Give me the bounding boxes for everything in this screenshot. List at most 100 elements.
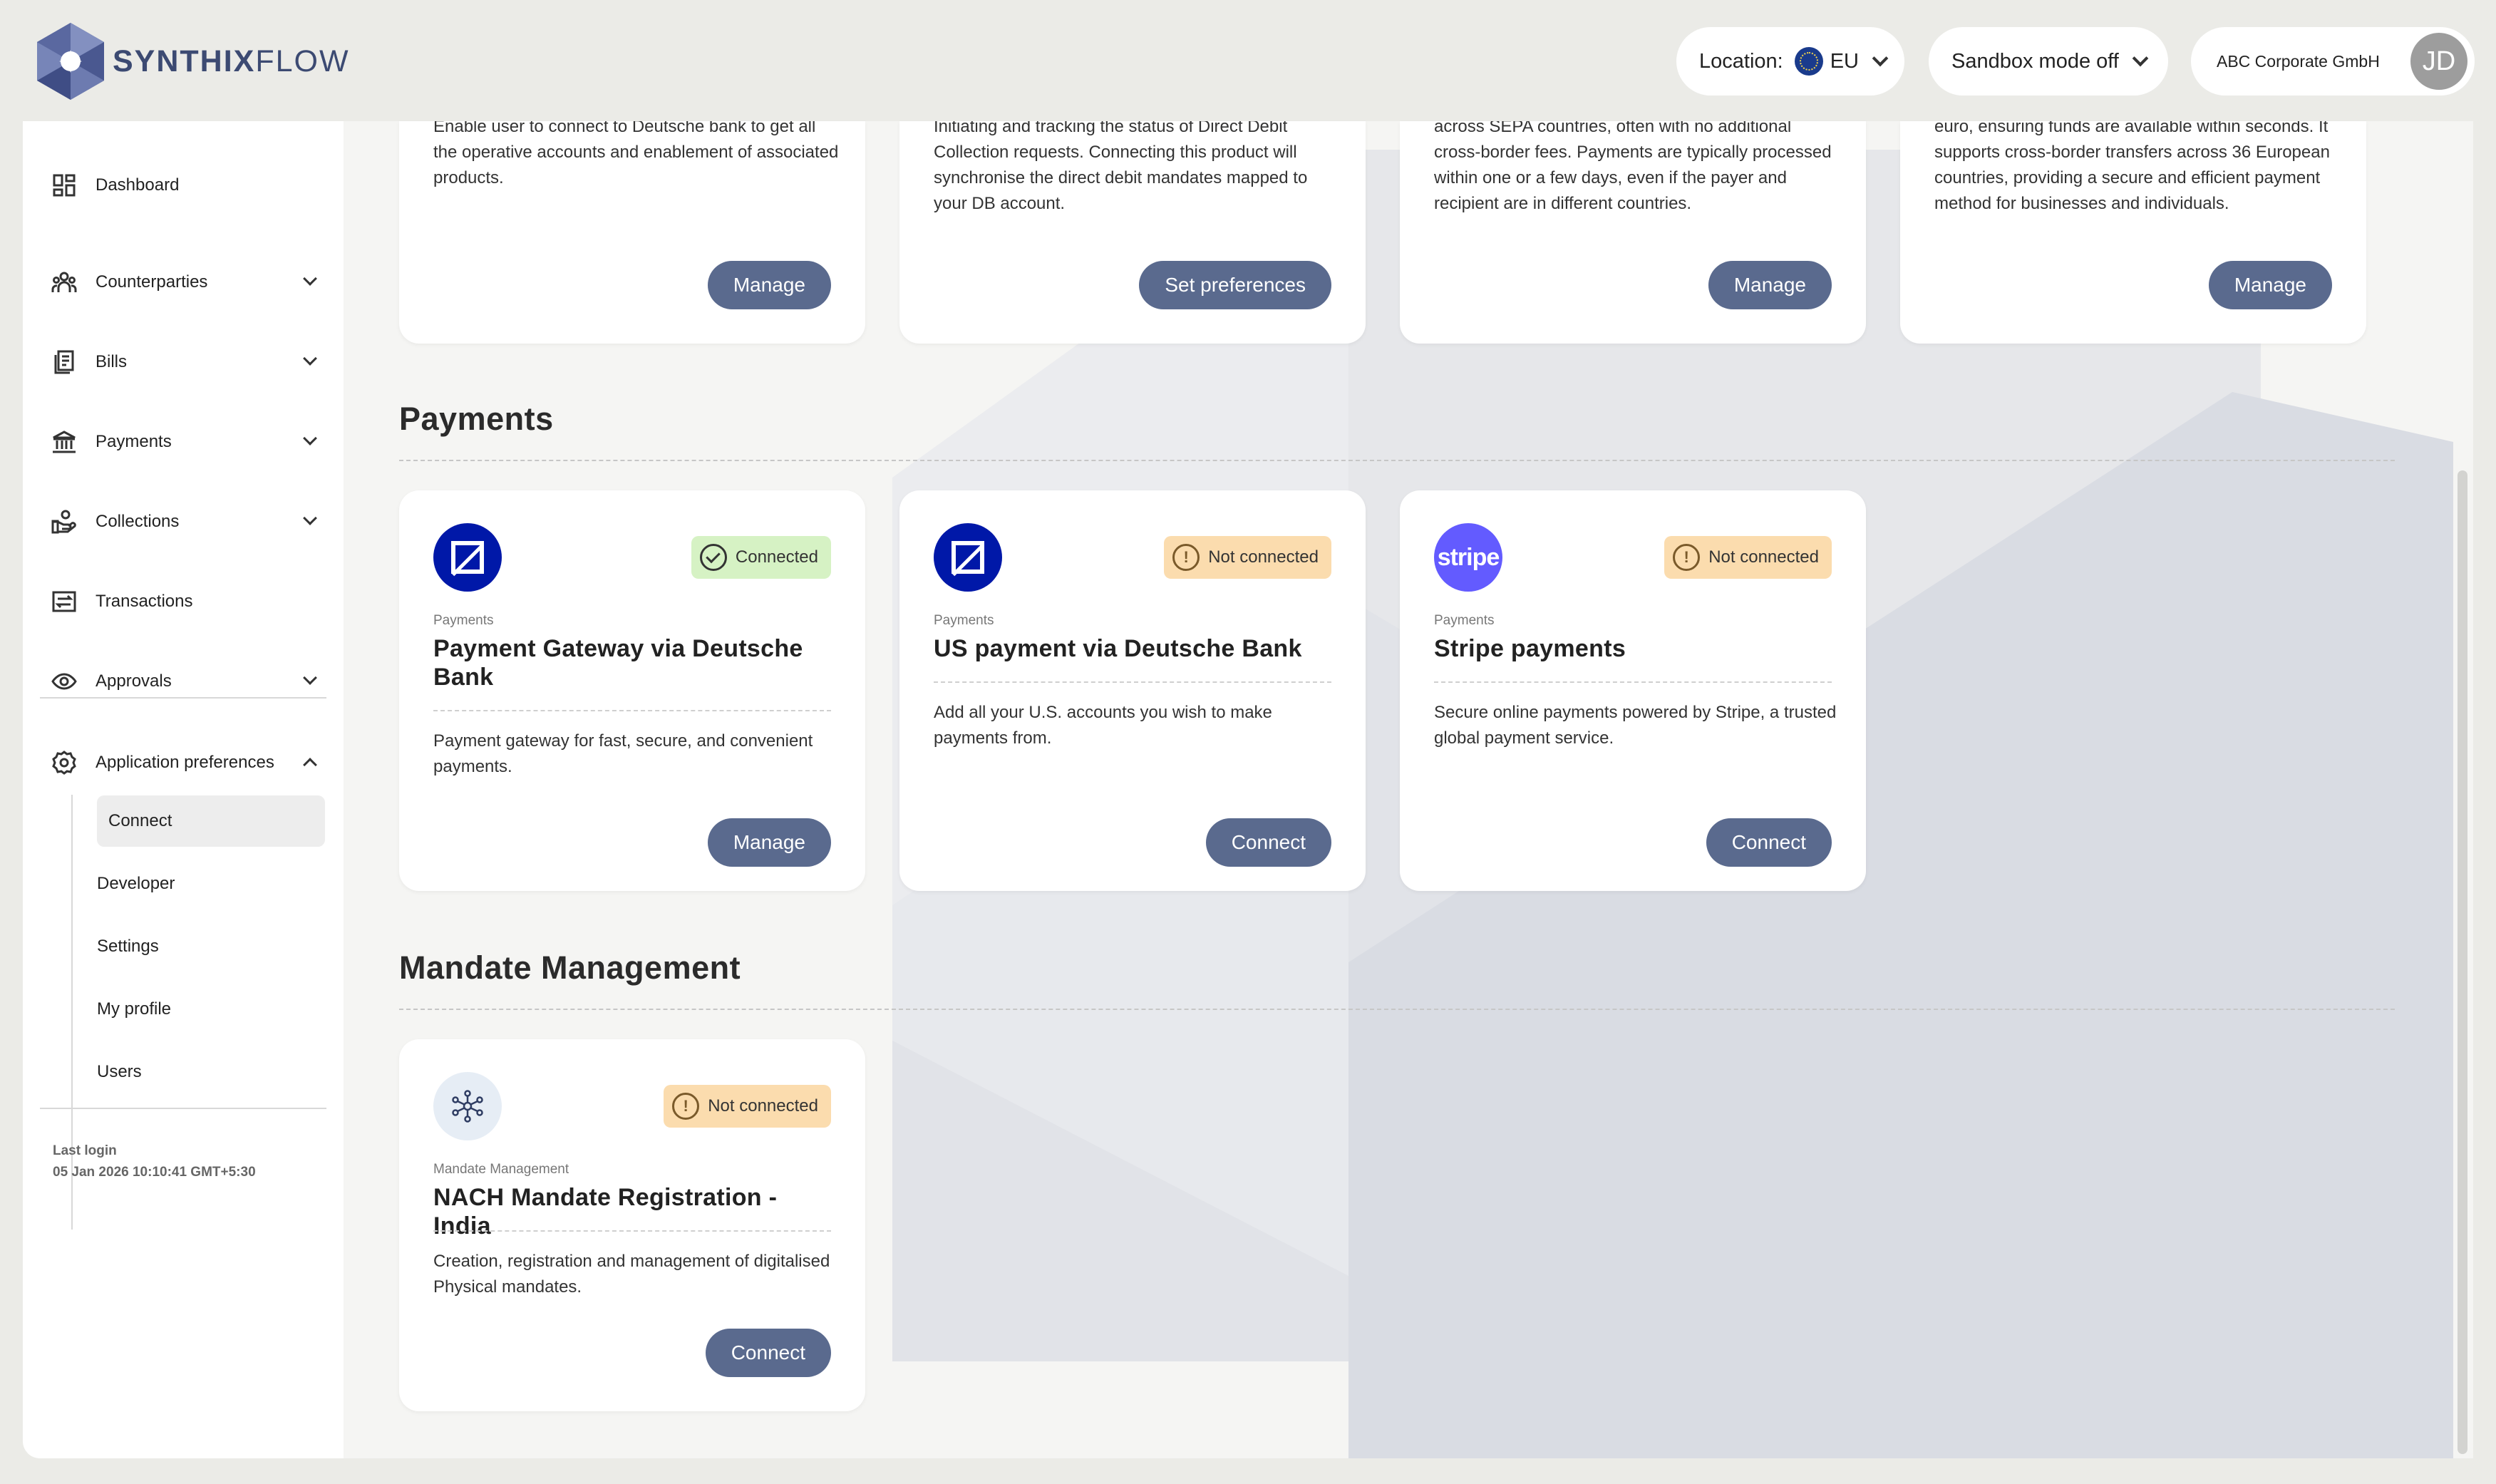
sidebar-item-application-preferences[interactable]: Application preferences [51, 741, 322, 784]
alert-circle-icon: ! [672, 1093, 700, 1120]
sandbox-mode-selector[interactable]: Sandbox mode off [1929, 27, 2168, 96]
sidebar-item-bills[interactable]: Bills [51, 341, 322, 383]
last-login: Last login 05 Jan 2026 10:10:41 GMT+5:30 [53, 1140, 256, 1183]
status-text: Not connected [1708, 547, 1819, 567]
top-bar: SYNTHIXFLOW Location: EU Sandbox mode of… [0, 0, 2496, 121]
status-badge: ! Not connected [664, 1085, 831, 1128]
company-name: ABC Corporate GmbH [2217, 51, 2380, 71]
dashboard-icon [51, 172, 77, 198]
sub-item-developer[interactable]: Developer [63, 858, 291, 910]
card-category: Payments [1434, 613, 1495, 628]
bank-icon [51, 429, 77, 455]
sidebar: Dashboard Counterparties Bills Payments … [23, 121, 344, 1458]
sidebar-item-dashboard[interactable]: Dashboard [51, 164, 322, 207]
sidebar-item-payments[interactable]: Payments [51, 421, 322, 463]
card-title: US payment via Deutsche Bank [934, 635, 1302, 662]
card-description: Payment gateway for fast, secure, and co… [433, 731, 813, 776]
location-selector[interactable]: Location: EU [1676, 27, 1904, 96]
sidebar-item-label: Approvals [96, 671, 172, 691]
user-menu[interactable]: ABC Corporate GmbH JD [2191, 27, 2475, 96]
connector-card: individuals to make fast, standardized e… [1400, 121, 1866, 344]
chevron-down-icon [2132, 50, 2149, 67]
status-text: Not connected [1208, 547, 1319, 567]
manage-button[interactable]: Manage [1708, 261, 1832, 309]
set-preferences-button[interactable]: Set preferences [1139, 261, 1331, 309]
connector-card: Enable user to connect to Deutsche bank … [399, 121, 865, 344]
card-divider [934, 681, 1331, 683]
sidebar-item-label: Counterparties [96, 272, 208, 292]
sidebar-item-label: Payments [96, 432, 172, 451]
manage-button[interactable]: Manage [707, 261, 831, 309]
card-description: Secure online payments powered by Stripe… [1434, 703, 1837, 748]
sidebar-item-label: Collections [96, 512, 180, 531]
card-description: Initiating and tracking the status of Di… [934, 121, 1308, 213]
bill-icon [51, 349, 77, 375]
sidebar-item-collections[interactable]: Collections [51, 500, 322, 543]
sidebar-item-transactions[interactable]: Transactions [51, 580, 322, 623]
card-divider [1434, 681, 1832, 683]
connect-button[interactable]: Connect [1205, 818, 1331, 867]
sidebar-item-label: Dashboard [96, 175, 180, 195]
chevron-down-icon [303, 351, 317, 366]
sandbox-label: Sandbox mode off [1951, 49, 2119, 73]
chevron-down-icon [303, 671, 317, 685]
sidebar-item-counterparties[interactable]: Counterparties [51, 261, 322, 304]
last-login-label: Last login [53, 1143, 117, 1158]
stripe-logo: stripe [1434, 523, 1502, 592]
chevron-down-icon [303, 511, 317, 525]
chevron-up-icon [303, 758, 317, 772]
card-divider [433, 710, 831, 711]
eu-flag-icon [1794, 47, 1823, 76]
sub-item-connect[interactable]: Connect [97, 795, 325, 847]
gear-icon [51, 750, 77, 776]
sub-item-users[interactable]: Users [63, 1046, 291, 1098]
sidebar-item-approvals[interactable]: Approvals [51, 660, 322, 703]
transactions-icon [51, 589, 77, 614]
avatar[interactable]: JD [2410, 33, 2467, 90]
sub-item-label: My profile [97, 999, 172, 1019]
connector-card-us-payment: ! Not connected Payments US payment via … [899, 490, 1366, 891]
status-text: Connected [735, 547, 818, 567]
alert-circle-icon: ! [1673, 544, 1701, 571]
chevron-down-icon [1872, 50, 1889, 67]
manage-button[interactable]: Manage [707, 818, 831, 867]
manage-button[interactable]: Manage [2208, 261, 2332, 309]
status-badge: ! Not connected [1164, 536, 1331, 579]
connect-button[interactable]: Connect [705, 1329, 831, 1377]
card-category: Mandate Management [433, 1162, 569, 1177]
sub-item-label: Developer [97, 874, 175, 893]
card-category: Payments [433, 613, 494, 628]
section-title-mandate-management: Mandate Management [399, 949, 741, 986]
status-text: Not connected [708, 1096, 818, 1115]
alert-circle-icon: ! [1172, 544, 1200, 571]
section-divider [399, 460, 2395, 461]
section-title-payments: Payments [399, 401, 554, 437]
hand-coins-icon [51, 509, 77, 535]
section-divider [399, 1009, 2395, 1010]
card-description: Enable user to connect to Deutsche bank … [433, 121, 839, 187]
connector-card-nach: ! Not connected Mandate Management NACH … [399, 1039, 865, 1411]
sub-item-my-profile[interactable]: My profile [63, 984, 291, 1035]
status-badge: Connected [691, 536, 831, 579]
status-badge: ! Not connected [1664, 536, 1832, 579]
sub-item-settings[interactable]: Settings [63, 921, 291, 972]
check-circle-icon [699, 544, 727, 571]
deutsche-bank-logo [433, 523, 502, 592]
location-label: Location: [1699, 49, 1783, 73]
sub-item-label: Users [97, 1062, 142, 1081]
app-logo[interactable]: SYNTHIXFLOW [34, 21, 350, 101]
divider [40, 697, 326, 699]
connector-card: euro, ensuring funds are available withi… [1900, 121, 2366, 344]
card-description: euro, ensuring funds are available withi… [1934, 121, 2330, 213]
eye-check-icon [51, 669, 77, 694]
card-description: Creation, registration and management of… [433, 1252, 830, 1297]
divider [40, 1108, 326, 1109]
card-title: Stripe payments [1434, 635, 1626, 662]
scrollbar[interactable] [2458, 470, 2467, 1454]
card-title: NACH Mandate Registration - India [433, 1184, 778, 1240]
deutsche-bank-logo [934, 523, 1002, 592]
logo-hexagon-icon [37, 23, 104, 100]
connect-button[interactable]: Connect [1706, 818, 1832, 867]
card-category: Payments [934, 613, 994, 628]
sidebar-item-label: Bills [96, 352, 128, 371]
